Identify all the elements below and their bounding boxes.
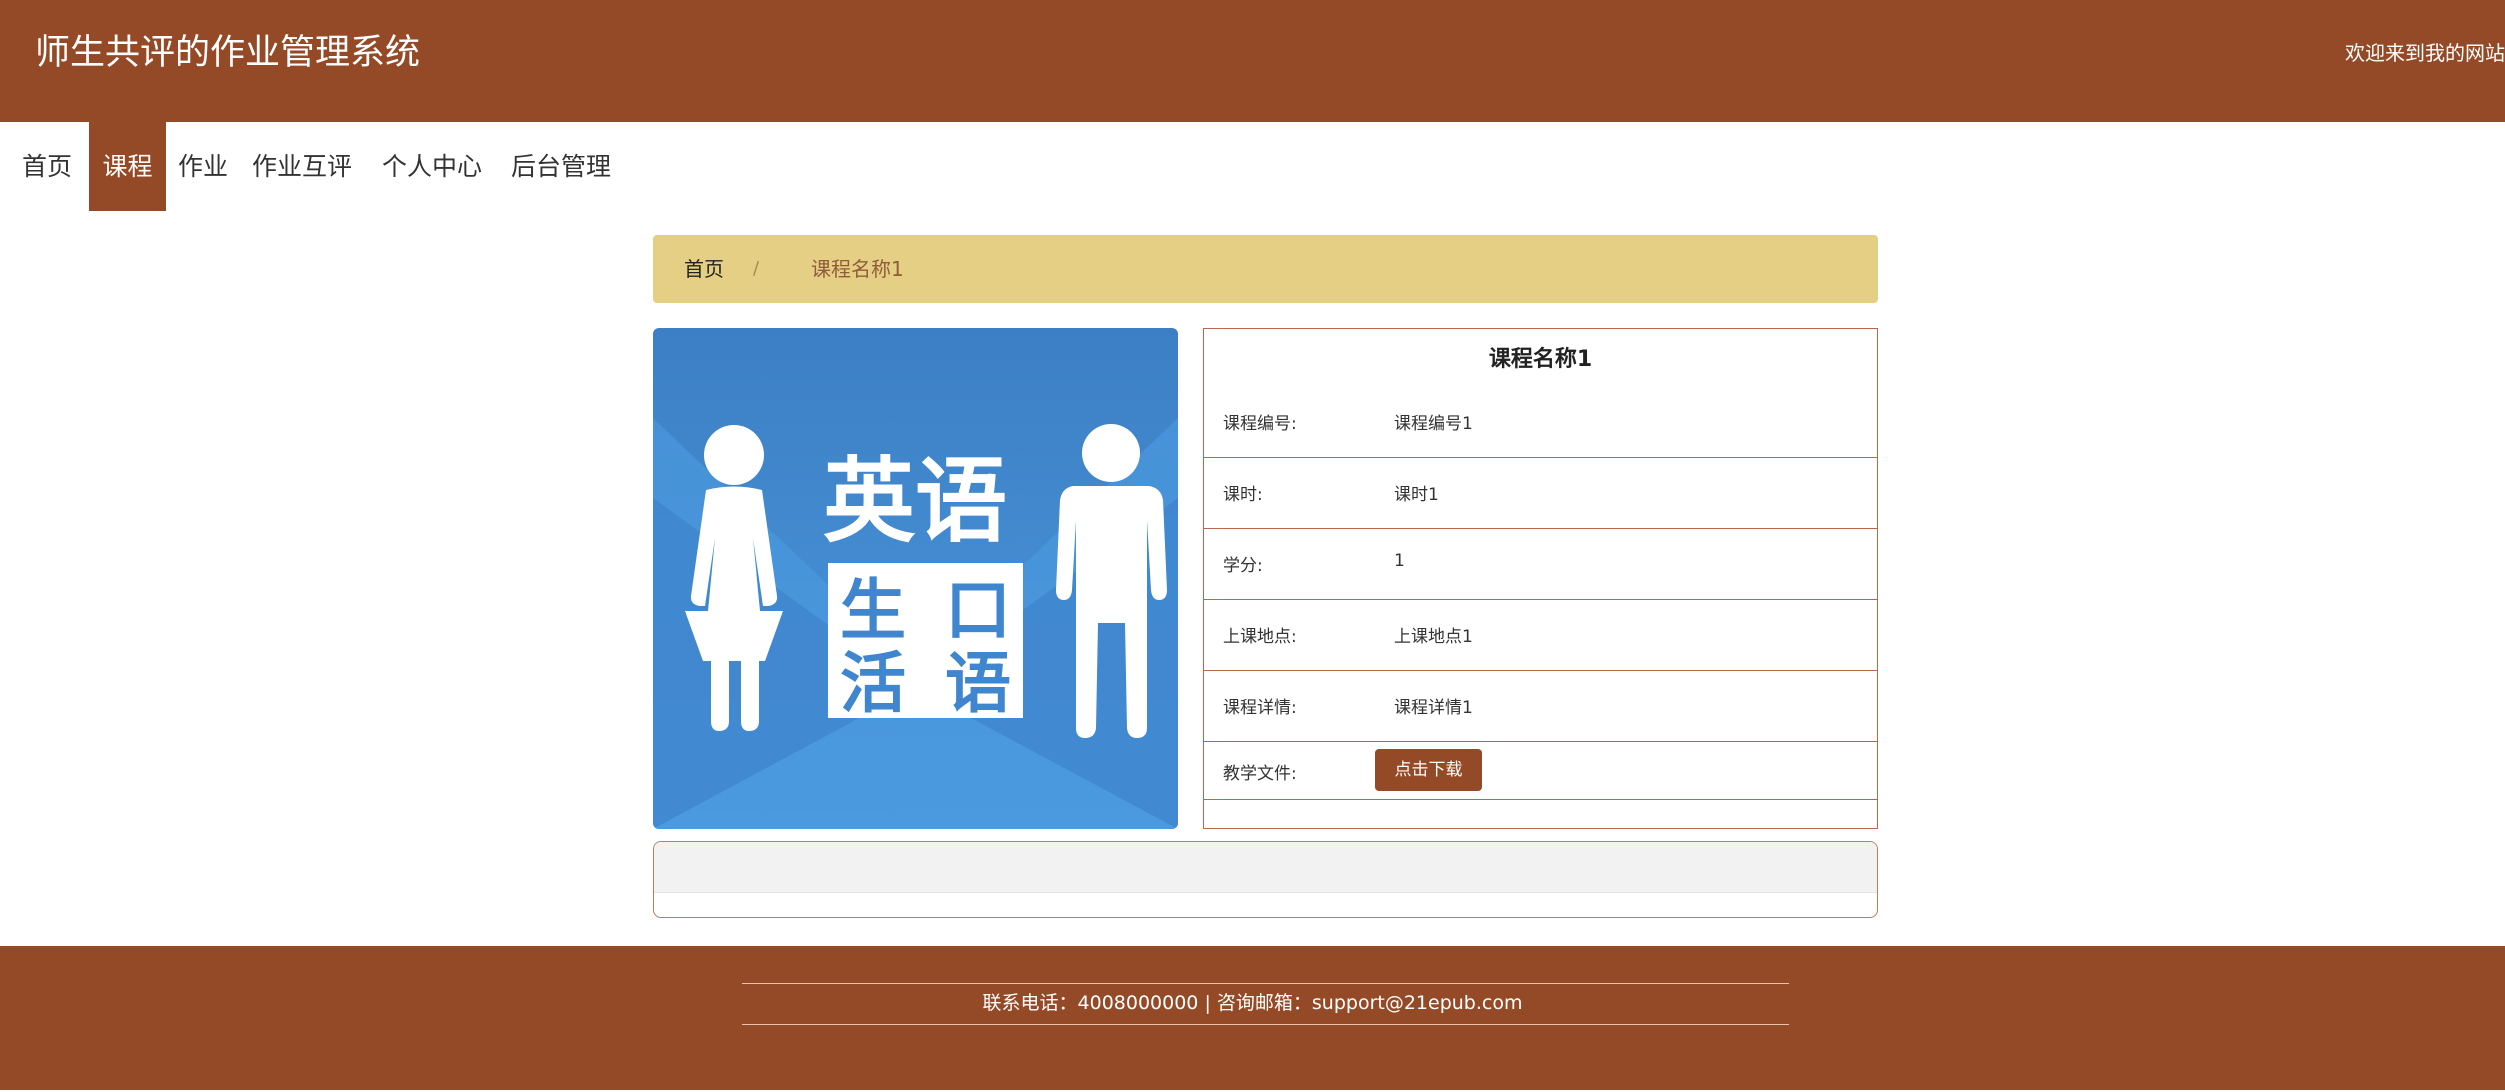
course-title: 课程名称1 <box>1488 347 1593 372</box>
svg-text:语: 语 <box>945 645 1011 722</box>
site-title: 师生共评的作业管理系统 <box>35 33 421 73</box>
course-details-value: 课程详情1 <box>1394 698 1473 718</box>
class-hours-label: 课时: <box>1223 485 1263 505</box>
breadcrumb: 首页 / 课程名称1 <box>653 235 1878 303</box>
nav-item-admin[interactable]: 后台管理 <box>505 122 617 211</box>
detail-row-class-hours: 课时: 课时1 <box>1204 458 1877 529</box>
course-detail-panel: 课程名称1 课程编号: 课程编号1 课时: 课时1 学分: 1 上课地点: 上课… <box>1203 328 1878 829</box>
credits-value: 1 <box>1394 551 1405 571</box>
site-footer: 联系电话：4008000000 | 咨询邮箱：support@21epub.co… <box>0 946 2505 1090</box>
course-image-title: 英语 <box>823 448 1007 555</box>
detail-row-credits: 学分: 1 <box>1204 529 1877 600</box>
location-value: 上课地点1 <box>1394 627 1473 647</box>
nav-item-homework[interactable]: 作业 <box>173 122 233 211</box>
comment-panel <box>653 841 1878 918</box>
nav-item-home[interactable]: 首页 <box>14 122 80 211</box>
class-hours-value: 课时1 <box>1394 485 1439 505</box>
download-button[interactable]: 点击下载 <box>1375 749 1482 791</box>
course-image: 英语 生 口 活 语 <box>653 328 1178 829</box>
breadcrumb-current: 课程名称1 <box>811 257 904 281</box>
detail-row-teaching-file: 教学文件: 点击下载 <box>1204 742 1877 800</box>
detail-row-location: 上课地点: 上课地点1 <box>1204 600 1877 671</box>
svg-text:活: 活 <box>840 645 906 722</box>
svg-text:生: 生 <box>840 572 906 649</box>
course-details-label: 课程详情: <box>1223 698 1297 718</box>
nav-item-courses[interactable]: 课程 <box>89 122 166 211</box>
breadcrumb-separator: / <box>753 258 760 279</box>
credits-label: 学分: <box>1223 556 1263 576</box>
comment-panel-header <box>654 842 1877 893</box>
course-number-label: 课程编号: <box>1223 414 1297 434</box>
course-number-value: 课程编号1 <box>1394 414 1473 434</box>
breadcrumb-home-link[interactable]: 首页 <box>684 235 724 303</box>
location-label: 上课地点: <box>1223 627 1297 647</box>
main-nav: 首页 课程 作业 作业互评 个人中心 后台管理 <box>0 122 2505 211</box>
footer-contact-text: 联系电话：4008000000 | 咨询邮箱：support@21epub.co… <box>982 992 1523 1014</box>
nav-item-peer-review[interactable]: 作业互评 <box>246 122 358 211</box>
footer-divider-top <box>742 983 1789 984</box>
svg-text:口: 口 <box>945 572 1011 649</box>
welcome-text: 欢迎来到我的网站 <box>2345 41 2505 65</box>
detail-row-course-number: 课程编号: 课程编号1 <box>1204 387 1877 458</box>
detail-row-course-details: 课程详情: 课程详情1 <box>1204 671 1877 742</box>
site-header: 师生共评的作业管理系统 欢迎来到我的网站 <box>0 0 2505 122</box>
teaching-file-label: 教学文件: <box>1223 764 1297 784</box>
nav-item-personal-center[interactable]: 个人中心 <box>376 122 488 211</box>
footer-divider-bottom <box>742 1024 1789 1025</box>
